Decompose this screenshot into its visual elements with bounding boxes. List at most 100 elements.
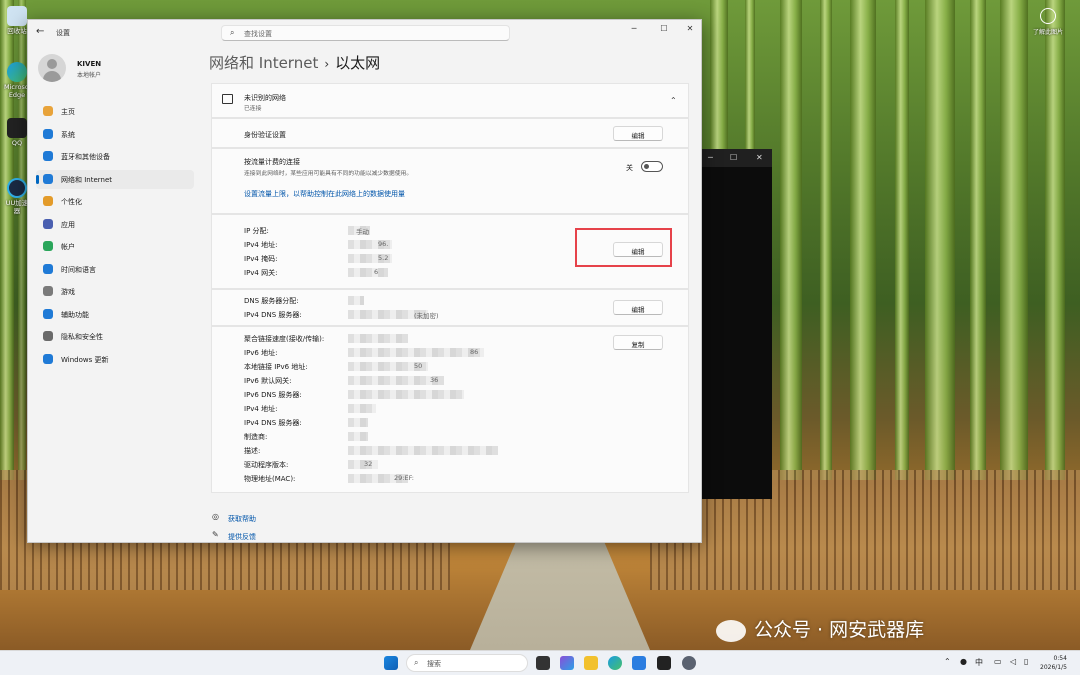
sidebar-item[interactable]: 应用 [36, 215, 194, 234]
store-icon[interactable] [632, 656, 646, 670]
terminal-icon[interactable] [657, 656, 671, 670]
network-header-card[interactable]: 未识别的网络 已连接 ⌃ [211, 83, 689, 118]
spotlight-label: 了解此图片 [1032, 29, 1063, 36]
camera-icon [1040, 8, 1056, 24]
back-arrow-icon[interactable]: ← [36, 26, 44, 37]
dns-edit-button[interactable]: 编辑 [613, 300, 663, 315]
auth-edit-button[interactable]: 编辑 [613, 126, 663, 141]
windows-update-icon [43, 353, 53, 364]
terminal-window[interactable]: ─ ☐ ✕ [700, 149, 772, 499]
search-input[interactable]: ⌕ 查找设置 [221, 25, 510, 41]
property-label: IPv6 DNS 服务器: [244, 391, 302, 399]
auth-settings-row: 身份验证设置 编辑 [211, 118, 689, 148]
uu-accelerator-icon [7, 178, 27, 198]
property-label: 制造商: [244, 433, 268, 441]
minimize-button[interactable]: ─ [624, 24, 644, 33]
chevron-up-icon[interactable]: ⌃ [670, 96, 677, 105]
property-value: 32 [364, 460, 373, 468]
metered-description: 连接到此网络时，某些应用可能具有不同的功能以减少数据使用。 [244, 171, 413, 177]
metered-state: 关 [626, 164, 633, 172]
redacted-value [348, 404, 376, 413]
copy-button[interactable]: 复制 [613, 335, 663, 350]
avatar [38, 54, 66, 82]
spotlight-learn-more[interactable]: 了解此图片 [1028, 8, 1068, 36]
metered-label: 按流量计费的连接 [244, 158, 300, 166]
network-status: 已连接 [244, 106, 262, 112]
redacted-value [348, 446, 498, 455]
redacted-value [348, 296, 364, 305]
wechat-icon [716, 619, 746, 642]
property-value: 86 [470, 348, 479, 356]
ime-indicator[interactable]: 中 [975, 657, 983, 668]
copilot-icon[interactable] [560, 656, 574, 670]
redacted-value [348, 348, 484, 357]
clock[interactable]: 0:54 2026/1/5 [1040, 654, 1067, 672]
redacted-value [348, 418, 368, 427]
sidebar-item[interactable]: 蓝牙和其他设备 [36, 147, 194, 166]
tray-app-icon[interactable]: ● [960, 657, 967, 666]
chevron-right-icon: › [324, 57, 330, 71]
clock-date: 2026/1/5 [1040, 664, 1067, 671]
task-view-icon[interactable] [536, 656, 550, 670]
sidebar-item[interactable]: 网络和 Internet [36, 169, 194, 189]
property-label: IPv4 地址: [244, 241, 278, 249]
network-name: 未识别的网络 [244, 94, 286, 102]
property-label: 聚合链接速度(接收/传输): [244, 335, 325, 343]
start-icon[interactable] [384, 656, 398, 670]
sidebar-item[interactable]: 系统 [36, 125, 194, 144]
metered-toggle[interactable] [641, 161, 663, 172]
battery-icon[interactable]: ▯ [1024, 657, 1028, 666]
highlight-box [575, 228, 672, 267]
sidebar-item-label: 网络和 Internet [61, 175, 113, 184]
property-label: 物理地址(MAC): [244, 475, 296, 483]
taskbar-search-label: 搜索 [427, 660, 441, 668]
chevron-up-icon[interactable]: ⌃ [944, 657, 951, 666]
get-help-link[interactable]: 获取帮助 [228, 514, 256, 524]
property-label: IPv6 地址: [244, 349, 278, 357]
redacted-value [348, 432, 368, 441]
sidebar-item-label: 应用 [61, 220, 75, 229]
clock-time: 0:54 [1053, 655, 1067, 662]
property-value: (未加密) [414, 312, 439, 320]
close-icon[interactable]: ✕ [756, 153, 763, 162]
sidebar-item-label: 系统 [61, 130, 75, 139]
watermark-text: 公众号 · 网安武器库 [754, 619, 925, 641]
feedback-link[interactable]: 提供反馈 [228, 532, 256, 542]
sidebar-item[interactable]: 个性化 [36, 192, 194, 211]
property-value: 50 [414, 362, 423, 370]
sidebar-item-label: 帐户 [61, 243, 75, 251]
close-button[interactable]: ✕ [680, 24, 700, 33]
sidebar-item[interactable]: 游戏 [36, 282, 194, 301]
minimize-icon[interactable]: ─ [708, 153, 713, 162]
edge-icon[interactable] [608, 656, 622, 670]
maximize-button[interactable]: ☐ [654, 24, 674, 33]
sidebar-item[interactable]: Windows 更新 [36, 350, 194, 369]
sidebar-item[interactable]: 隐私和安全性 [36, 327, 194, 346]
sidebar-item[interactable]: 帐户 [36, 237, 194, 256]
property-value: 5.2 [378, 254, 389, 262]
maximize-icon[interactable]: ☐ [730, 153, 737, 162]
properties-row: 聚合链接速度(接收/传输): IPv6 地址: 86 本地链接 IPv6 地址: 50 I… [211, 326, 689, 493]
user-name: KIVEN [77, 60, 102, 68]
taskbar-search[interactable]: ⌕ 搜索 [406, 654, 528, 672]
network-icon[interactable]: ▭ [994, 657, 1002, 666]
sidebar-item-label: 辅助功能 [61, 310, 89, 319]
settings-window: ← 设置 ⌕ 查找设置 ─ ☐ ✕ KIVEN 本地帐户 主页 系统 蓝牙和其他设备… [27, 19, 702, 543]
sidebar-item[interactable]: 时间和语言 [36, 260, 194, 279]
bluetooth-icon [43, 151, 53, 161]
sidebar-item[interactable]: 辅助功能 [36, 305, 194, 324]
property-label: IPv6 默认网关: [244, 377, 292, 385]
sidebar-item[interactable]: 主页 [36, 102, 194, 121]
property-value: 6 [374, 268, 379, 276]
settings-gear-icon[interactable] [682, 656, 696, 670]
breadcrumb-parent[interactable]: 网络和 Internet [209, 54, 318, 72]
property-value: 36 [430, 376, 439, 384]
data-limit-link[interactable]: 设置流量上限，以帮助控制在此网络上的数据使用量 [244, 189, 405, 199]
file-explorer-icon[interactable] [584, 656, 598, 670]
volume-icon[interactable]: ◁ [1010, 657, 1016, 666]
watermark: 公众号 · 网安武器库 [716, 615, 924, 642]
sidebar-item-label: 时间和语言 [61, 265, 96, 274]
ethernet-monitor-icon [222, 94, 233, 104]
taskbar: ⌕ 搜索 ⌃ ● 中 ▭ ◁ ▯ 0:54 2026/1/5 [0, 650, 1080, 675]
search-icon: ⌕ [230, 28, 235, 37]
